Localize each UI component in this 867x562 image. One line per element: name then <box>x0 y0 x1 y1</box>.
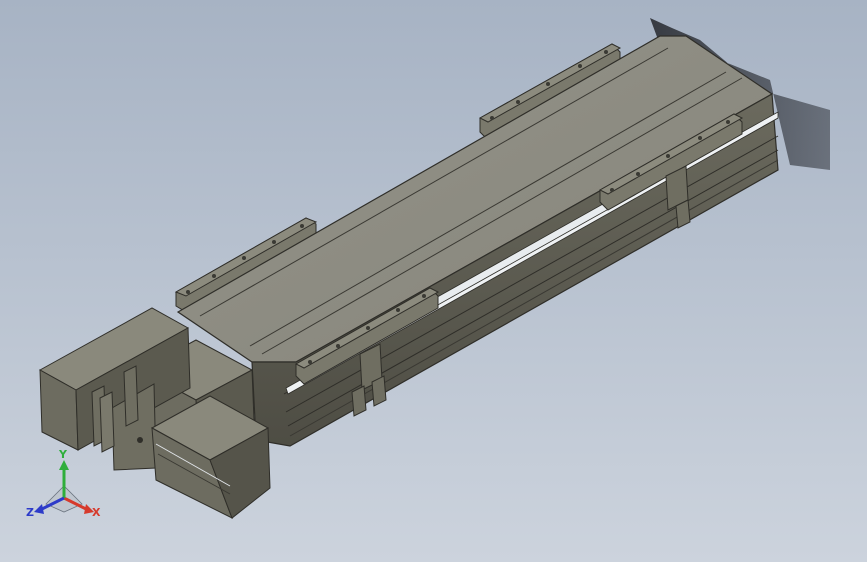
flange-hole <box>137 437 143 443</box>
graphics-viewport[interactable]: X Y Z <box>0 0 867 562</box>
x-axis-label: X <box>92 506 101 519</box>
z-axis-label: Z <box>26 506 34 519</box>
linear-module-model[interactable] <box>0 0 867 562</box>
z-axis-arrow <box>34 504 44 514</box>
axis-triad: X Y Z <box>26 448 101 519</box>
y-axis-arrow <box>59 460 69 470</box>
y-axis-label: Y <box>58 448 68 461</box>
